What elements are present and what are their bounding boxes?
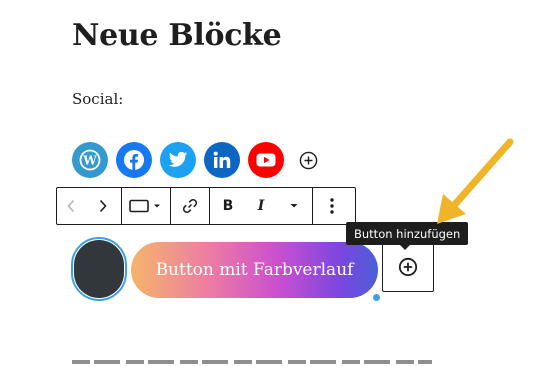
- block-toolbar: B I: [56, 187, 356, 225]
- caret-down-icon: [290, 204, 298, 208]
- svg-text:W: W: [82, 154, 97, 168]
- dark-button[interactable]: [71, 237, 127, 301]
- linkedin-icon[interactable]: [204, 142, 240, 178]
- plus-circle-icon: [398, 257, 418, 276]
- social-label: Social:: [72, 90, 124, 108]
- toolbar-format-group: B I: [210, 188, 313, 224]
- chevron-left-icon: [67, 199, 75, 213]
- twitter-icon[interactable]: [160, 142, 196, 178]
- toolbar-navigation-group: [57, 188, 122, 224]
- facebook-icon[interactable]: [116, 142, 152, 178]
- button-style-dropdown[interactable]: [122, 188, 170, 224]
- options-button[interactable]: [313, 188, 351, 224]
- toolbar-options-group: [313, 188, 351, 224]
- page-heading: Neue Blöcke: [72, 18, 282, 53]
- gradient-button-label[interactable]: Button mit Farbverlauf: [156, 260, 354, 280]
- bold-button[interactable]: B: [210, 188, 246, 224]
- move-right-button[interactable]: [85, 188, 121, 224]
- wordpress-icon[interactable]: W: [72, 142, 108, 178]
- toolbar-block-group: [122, 188, 171, 224]
- resize-handle[interactable]: [372, 293, 381, 302]
- italic-label: I: [257, 198, 265, 214]
- vertical-ellipsis-icon: [330, 198, 334, 214]
- more-formats-button[interactable]: [276, 188, 312, 224]
- bold-label: B: [222, 198, 234, 214]
- toolbar-link-group: [171, 188, 210, 224]
- chevron-right-icon: [99, 199, 107, 213]
- gradient-button[interactable]: Button mit Farbverlauf: [131, 242, 378, 298]
- youtube-icon[interactable]: [248, 142, 284, 178]
- button-style-icon: [129, 199, 160, 213]
- annotation-arrow-icon: [437, 138, 514, 224]
- move-left-button[interactable]: [57, 188, 85, 224]
- link-button[interactable]: [171, 188, 209, 224]
- link-icon: [182, 198, 198, 214]
- plus-circle-icon: [299, 151, 317, 169]
- add-social-icon-button[interactable]: [298, 150, 318, 170]
- italic-button[interactable]: I: [246, 188, 276, 224]
